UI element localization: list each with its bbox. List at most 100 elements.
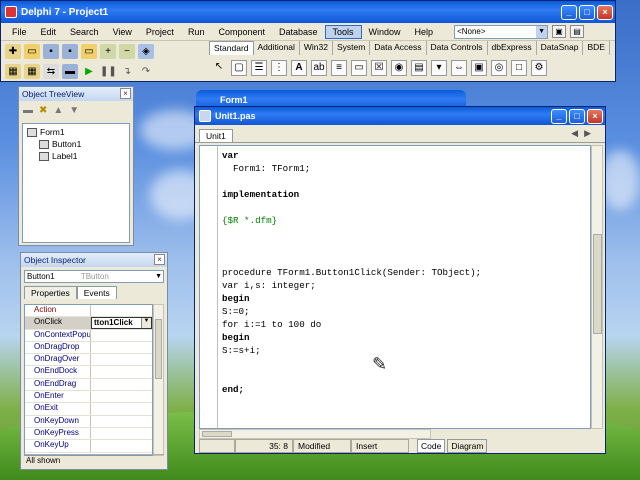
tab-diagram[interactable]: Diagram bbox=[447, 439, 488, 453]
tab-events[interactable]: Events bbox=[76, 286, 117, 299]
inspector-row[interactable]: OnEndDock bbox=[25, 366, 152, 379]
arrow-up-icon[interactable]: ▲ bbox=[53, 105, 63, 116]
tab-properties[interactable]: Properties bbox=[24, 286, 77, 299]
menu-run[interactable]: Run bbox=[181, 26, 212, 38]
palette-tab-additional[interactable]: Additional bbox=[254, 41, 300, 55]
event-value[interactable] bbox=[91, 342, 152, 353]
close-icon[interactable]: × bbox=[120, 88, 131, 99]
menu-database[interactable]: Database bbox=[272, 26, 325, 38]
tree-node-form1[interactable]: Form1 bbox=[27, 127, 65, 137]
new-item-icon[interactable]: ▬ bbox=[23, 105, 33, 116]
chevron-down-icon[interactable]: ▼ bbox=[155, 271, 162, 282]
close-button[interactable]: × bbox=[587, 108, 603, 124]
editor-horizontal-scrollbar[interactable] bbox=[199, 429, 431, 439]
inspector-row[interactable]: OnEndDrag bbox=[25, 378, 152, 392]
scrollbar-thumb[interactable] bbox=[593, 234, 602, 334]
listbox-icon[interactable]: ▤ bbox=[411, 60, 427, 76]
inspector-row[interactable]: OnExit bbox=[25, 403, 152, 416]
step-over-icon[interactable]: ↷ bbox=[138, 64, 154, 79]
scrollbar-icon[interactable]: ⇔ bbox=[451, 60, 467, 76]
scrollbar-thumb[interactable] bbox=[155, 319, 162, 379]
trace-into-icon[interactable]: ↴ bbox=[119, 64, 135, 79]
event-value[interactable] bbox=[91, 305, 152, 316]
set-debug-desktop-icon[interactable]: ▤ bbox=[570, 25, 585, 38]
delete-item-icon[interactable]: ✖ bbox=[39, 105, 47, 116]
event-value[interactable] bbox=[91, 379, 152, 390]
minimize-button[interactable]: _ bbox=[561, 4, 577, 20]
inspector-row-selected[interactable]: OnClick tton1Click ▼ bbox=[25, 317, 152, 330]
menu-view[interactable]: View bbox=[106, 26, 139, 38]
event-value[interactable] bbox=[91, 403, 152, 414]
minimize-button[interactable]: _ bbox=[551, 108, 567, 124]
chevron-down-icon[interactable]: ▼ bbox=[141, 318, 151, 329]
close-button[interactable]: × bbox=[597, 4, 613, 20]
event-value[interactable] bbox=[91, 416, 152, 427]
inspector-row[interactable]: OnContextPopu bbox=[25, 329, 152, 342]
palette-tab-system[interactable]: System bbox=[333, 41, 371, 55]
edit-icon[interactable]: ab bbox=[311, 60, 327, 76]
palette-tab-win32[interactable]: Win32 bbox=[300, 41, 333, 55]
event-value-onclick[interactable]: tton1Click ▼ bbox=[91, 317, 152, 329]
save-icon[interactable]: ▪ bbox=[43, 43, 59, 59]
view-unit-icon[interactable]: ▦ bbox=[5, 63, 21, 79]
chevron-down-icon[interactable]: ▼ bbox=[536, 25, 548, 38]
view-form-icon[interactable]: ▦ bbox=[24, 63, 40, 79]
inspector-row[interactable]: OnKeyUp bbox=[25, 440, 152, 453]
event-value[interactable] bbox=[91, 428, 152, 439]
inspector-row[interactable]: OnDragOver bbox=[25, 354, 152, 367]
object-selector[interactable]: Button1 TButton ▼ bbox=[24, 270, 164, 283]
back-icon[interactable]: ◀ bbox=[571, 128, 584, 138]
radiogroup-icon[interactable]: ◎ bbox=[491, 60, 507, 76]
palette-tab-standard[interactable]: Standard bbox=[209, 41, 254, 55]
config-combo[interactable]: <None> ▼ bbox=[454, 24, 549, 39]
memo-icon[interactable]: ≡ bbox=[331, 60, 347, 76]
mainmenu-icon[interactable]: ☰ bbox=[251, 60, 267, 76]
editor-vertical-scrollbar[interactable] bbox=[591, 145, 603, 429]
save-all-icon[interactable]: ▪ bbox=[62, 43, 78, 59]
pause-icon[interactable]: ❚❚ bbox=[100, 64, 117, 79]
new-form-icon[interactable]: ▬ bbox=[62, 63, 78, 79]
combobox-icon[interactable]: ▾ bbox=[431, 60, 447, 76]
palette-tab-data-access[interactable]: Data Access bbox=[370, 41, 427, 55]
palette-tab-data-controls[interactable]: Data Controls bbox=[427, 41, 488, 55]
panel-icon[interactable]: □ bbox=[511, 60, 527, 76]
inspector-row[interactable]: OnDragDrop bbox=[25, 341, 152, 355]
menu-help[interactable]: Help bbox=[408, 26, 441, 38]
run-icon[interactable]: ▶ bbox=[81, 64, 97, 79]
checkbox-icon[interactable]: ☒ bbox=[371, 60, 387, 76]
inspector-row[interactable]: OnEnter bbox=[25, 391, 152, 404]
menu-edit[interactable]: Edit bbox=[34, 26, 64, 38]
label-icon[interactable]: A bbox=[291, 60, 307, 76]
tab-code[interactable]: Code bbox=[417, 439, 446, 453]
menu-window[interactable]: Window bbox=[362, 26, 408, 38]
event-value[interactable] bbox=[91, 330, 152, 341]
popupmenu-icon[interactable]: ⋮ bbox=[271, 60, 287, 76]
help-contents-icon[interactable]: ◈ bbox=[138, 43, 154, 59]
tree-node-label1[interactable]: Label1 bbox=[39, 151, 78, 161]
event-value[interactable] bbox=[91, 354, 152, 365]
pointer-icon[interactable]: ↖ bbox=[211, 60, 227, 76]
inspector-row[interactable]: Action bbox=[25, 305, 152, 318]
palette-tab-dbexpress[interactable]: dbExpress bbox=[488, 41, 537, 55]
palette-tab-datasnap[interactable]: DataSnap bbox=[537, 41, 584, 55]
toggle-form-unit-icon[interactable]: ⇆ bbox=[43, 63, 59, 79]
close-icon[interactable]: × bbox=[154, 254, 165, 265]
palette-tab-bde[interactable]: BDE bbox=[583, 41, 610, 55]
frame-icon[interactable]: ▢ bbox=[231, 60, 247, 76]
new-icon[interactable]: ✚ bbox=[5, 43, 21, 59]
open-project-icon[interactable]: ▭ bbox=[81, 43, 97, 59]
maximize-button[interactable]: □ bbox=[569, 108, 585, 124]
actionlist-icon[interactable]: ⚙ bbox=[531, 60, 547, 76]
event-value[interactable] bbox=[91, 440, 152, 451]
menu-search[interactable]: Search bbox=[63, 26, 106, 38]
open-icon[interactable]: ▭ bbox=[24, 43, 40, 59]
groupbox-icon[interactable]: ▣ bbox=[471, 60, 487, 76]
arrow-down-icon[interactable]: ▼ bbox=[69, 105, 79, 116]
tree-node-button1[interactable]: Button1 bbox=[39, 139, 81, 149]
code-area[interactable]: var Form1: TForm1; implementation {$R *.… bbox=[199, 145, 591, 429]
inspector-scrollbar[interactable] bbox=[153, 304, 164, 456]
menu-project[interactable]: Project bbox=[139, 26, 181, 38]
save-desktop-icon[interactable]: ▣ bbox=[552, 25, 567, 38]
radiobutton-icon[interactable]: ◉ bbox=[391, 60, 407, 76]
inspector-row[interactable]: OnKeyDown bbox=[25, 415, 152, 428]
